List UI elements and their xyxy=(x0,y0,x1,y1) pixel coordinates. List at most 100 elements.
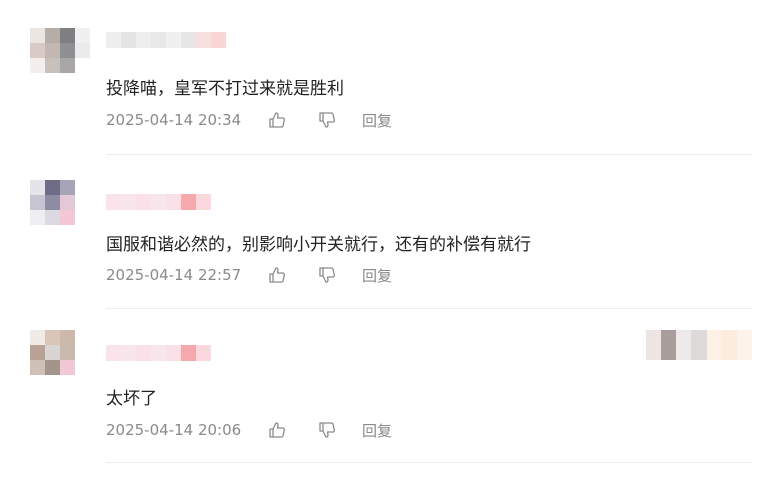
avatar-pixel xyxy=(30,345,45,360)
username-pixel xyxy=(166,32,181,48)
sticker-pixel xyxy=(721,330,737,360)
avatar-pixel xyxy=(30,28,45,43)
comment-text: 太坏了 xyxy=(106,389,157,409)
avatar-pixel xyxy=(75,360,90,375)
avatar-pixel xyxy=(45,345,60,360)
sticker-pixel xyxy=(676,330,692,360)
avatar-pixel xyxy=(60,58,75,73)
avatar-pixel xyxy=(30,43,45,58)
thumbs-down-icon[interactable] xyxy=(316,109,338,131)
avatar-pixel xyxy=(45,58,60,73)
avatar-pixel xyxy=(60,345,75,360)
sticker-pixel xyxy=(661,330,677,360)
comment-date: 2025-04-14 22:57 xyxy=(106,266,242,284)
divider xyxy=(106,308,752,309)
username-pixel xyxy=(121,194,136,210)
reply-button[interactable]: 回复 xyxy=(362,265,392,286)
avatar-pixel xyxy=(75,225,90,240)
avatar-pixel xyxy=(45,375,60,390)
sticker-pixel xyxy=(736,330,752,360)
avatar-pixel xyxy=(45,195,60,210)
username[interactable] xyxy=(106,345,211,361)
avatar-pixel xyxy=(75,210,90,225)
comment-text: 投降喵，皇军不打过来就是胜利 xyxy=(106,79,344,99)
avatar-pixel xyxy=(75,28,90,43)
reply-button[interactable]: 回复 xyxy=(362,420,392,441)
username-pixel xyxy=(136,345,151,361)
avatar-pixel xyxy=(60,375,75,390)
avatar[interactable] xyxy=(30,180,90,240)
avatar-pixel xyxy=(45,73,60,88)
username-pixel xyxy=(181,345,196,361)
username-pixel xyxy=(151,345,166,361)
username-pixel xyxy=(196,194,211,210)
avatar-pixel xyxy=(45,28,60,43)
username-pixel xyxy=(106,32,121,48)
username-pixel xyxy=(196,345,211,361)
avatar-pixel xyxy=(60,180,75,195)
comment-meta: 2025-04-14 22:57 回复 xyxy=(106,264,392,286)
avatar-pixel xyxy=(45,330,60,345)
avatar-pixel xyxy=(60,28,75,43)
avatar-pixel xyxy=(60,360,75,375)
avatar-pixel xyxy=(60,195,75,210)
username-pixel xyxy=(196,32,211,48)
divider xyxy=(106,462,752,463)
avatar-pixel xyxy=(30,180,45,195)
username-pixel xyxy=(136,194,151,210)
comment-date: 2025-04-14 20:34 xyxy=(106,111,242,129)
avatar-pixel xyxy=(30,210,45,225)
avatar-pixel xyxy=(75,58,90,73)
thumbs-down-icon[interactable] xyxy=(316,419,338,441)
comment-meta: 2025-04-14 20:34 回复 xyxy=(106,109,392,131)
username[interactable] xyxy=(106,194,211,210)
thumbs-down-icon[interactable] xyxy=(316,264,338,286)
divider xyxy=(106,154,752,155)
avatar-pixel xyxy=(45,180,60,195)
avatar-pixel xyxy=(30,375,45,390)
avatar-pixel xyxy=(60,330,75,345)
avatar-pixel xyxy=(75,180,90,195)
avatar-pixel xyxy=(30,360,45,375)
username-pixel xyxy=(211,32,226,48)
sticker-pixel xyxy=(706,330,722,360)
username-pixel xyxy=(181,32,196,48)
avatar-pixel xyxy=(45,210,60,225)
comment-meta: 2025-04-14 20:06 回复 xyxy=(106,419,392,441)
avatar-pixel xyxy=(60,210,75,225)
avatar-pixel xyxy=(45,43,60,58)
username-pixel xyxy=(121,345,136,361)
username-pixel xyxy=(151,32,166,48)
avatar-pixel xyxy=(30,225,45,240)
username[interactable] xyxy=(106,32,226,48)
avatar-pixel xyxy=(60,73,75,88)
sticker-pixel xyxy=(646,330,662,360)
avatar-pixel xyxy=(30,330,45,345)
thumbs-up-icon[interactable] xyxy=(266,264,288,286)
thumbs-up-icon[interactable] xyxy=(266,109,288,131)
avatar-pixel xyxy=(45,360,60,375)
username-pixel xyxy=(151,194,166,210)
username-pixel xyxy=(106,345,121,361)
comment-text: 国服和谐必然的，别影响小开关就行，还有的补偿有就行 xyxy=(106,235,531,255)
sticker-pixel xyxy=(691,330,707,360)
avatar-pixel xyxy=(75,345,90,360)
username-pixel xyxy=(106,194,121,210)
comment-date: 2025-04-14 20:06 xyxy=(106,421,242,439)
username-pixel xyxy=(181,194,196,210)
avatar-pixel xyxy=(30,73,45,88)
avatar-pixel xyxy=(75,73,90,88)
avatar-pixel xyxy=(30,58,45,73)
avatar-pixel xyxy=(75,195,90,210)
avatar-pixel xyxy=(75,375,90,390)
username-pixel xyxy=(166,345,181,361)
sticker-image xyxy=(646,330,752,360)
avatar[interactable] xyxy=(30,28,90,88)
avatar-pixel xyxy=(45,225,60,240)
reply-button[interactable]: 回复 xyxy=(362,110,392,131)
username-pixel xyxy=(121,32,136,48)
avatar-pixel xyxy=(60,43,75,58)
thumbs-up-icon[interactable] xyxy=(266,419,288,441)
username-pixel xyxy=(136,32,151,48)
avatar[interactable] xyxy=(30,330,90,390)
